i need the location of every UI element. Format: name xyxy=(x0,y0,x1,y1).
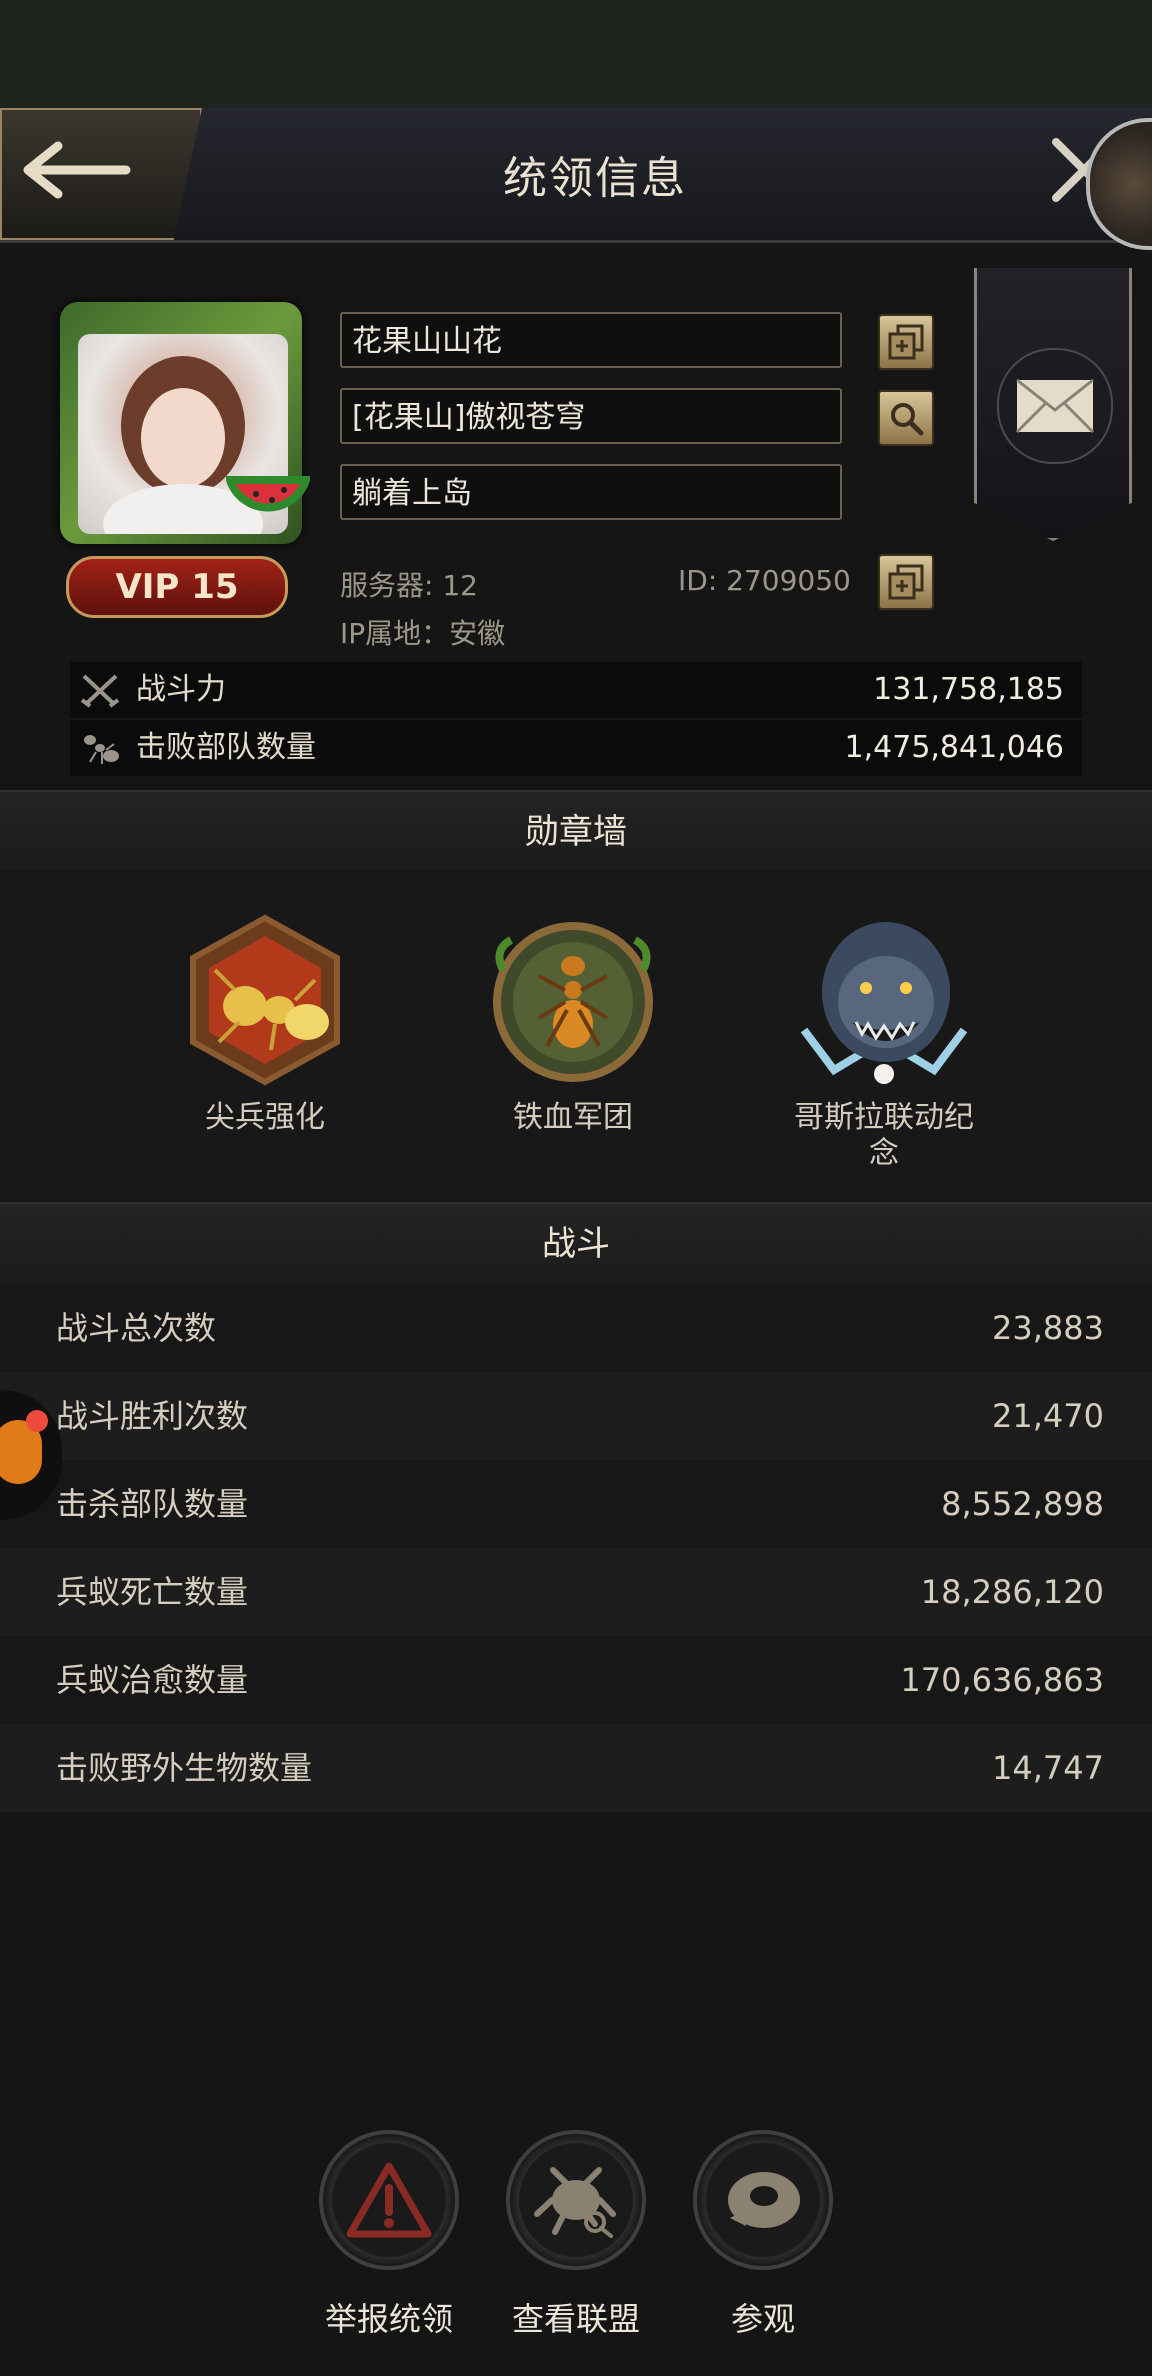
warning-triangle-icon xyxy=(346,2162,432,2238)
battle-value: 14,747 xyxy=(992,1749,1104,1787)
golden-ant-hexagon-medal-icon xyxy=(190,914,340,1086)
visit-icon xyxy=(728,2172,800,2228)
godzilla-medal-icon xyxy=(800,922,968,1084)
search-icon xyxy=(891,403,924,436)
stat-value: 131,758,185 xyxy=(873,672,1064,707)
stat-row-defeated-troops: 击败部队数量 1,475,841,046 xyxy=(70,720,1082,776)
name-field: 花果山山花 xyxy=(340,312,842,368)
back-arrow-icon xyxy=(23,141,131,199)
battle-header: 战斗 xyxy=(0,1202,1152,1286)
battle-value: 170,636,863 xyxy=(900,1661,1104,1699)
signature-field: 躺着上岛 xyxy=(340,464,842,520)
report-commander-button[interactable]: 举报统领 xyxy=(314,2130,464,2340)
search-alliance-button[interactable] xyxy=(878,390,934,446)
ant-icon xyxy=(84,735,119,764)
notification-dot xyxy=(26,1410,48,1432)
battle-row: 击败野外生物数量 14,747 xyxy=(0,1724,1152,1812)
battle-row: 兵蚁死亡数量 18,286,120 xyxy=(0,1548,1152,1636)
battle-label: 击杀部队数量 xyxy=(56,1485,249,1523)
battle-label: 兵蚁死亡数量 xyxy=(56,1573,249,1611)
battle-value: 21,470 xyxy=(992,1397,1104,1435)
action-label: 参观 xyxy=(730,2300,795,2338)
battle-label: 兵蚁治愈数量 xyxy=(56,1661,249,1699)
copy-icon xyxy=(888,324,924,360)
ant-wreath-medal-icon xyxy=(493,922,653,1082)
copy-name-button[interactable] xyxy=(878,314,934,370)
status-bar-area xyxy=(0,0,1152,108)
crossed-swords-icon xyxy=(80,674,120,708)
battle-row: 战斗胜利次数 21,470 xyxy=(0,1372,1152,1460)
medal-label: 哥斯拉联动纪 念 xyxy=(794,1100,974,1171)
copy-icon xyxy=(888,564,924,600)
page-title: 统领信息 xyxy=(503,153,687,204)
stat-value: 1,475,841,046 xyxy=(844,730,1064,765)
battle-label: 战斗胜利次数 xyxy=(56,1397,249,1435)
action-label: 查看联盟 xyxy=(511,2300,640,2338)
watermelon-icon xyxy=(226,476,310,512)
action-label: 举报统领 xyxy=(324,2300,453,2338)
medal-item[interactable]: 铁血军团 xyxy=(453,910,693,1136)
view-alliance-button[interactable]: 查看联盟 xyxy=(501,2130,651,2340)
envelope-icon xyxy=(1015,378,1095,434)
battle-row: 兵蚁治愈数量 170,636,863 xyxy=(0,1636,1152,1724)
alliance-search-icon xyxy=(534,2167,616,2238)
server-label: 服务器: 12 xyxy=(340,569,478,602)
mail-button[interactable] xyxy=(974,268,1132,541)
battle-row: 战斗总次数 23,883 xyxy=(0,1284,1152,1372)
stat-label: 战斗力 xyxy=(136,672,226,707)
battle-row: 击杀部队数量 8,552,898 xyxy=(0,1460,1152,1548)
medal-item[interactable]: 哥斯拉联动纪 念 xyxy=(764,910,1004,1172)
stat-label: 击败部队数量 xyxy=(136,730,316,765)
medal-label: 铁血军团 xyxy=(513,1100,633,1135)
player-id: ID: 2709050 xyxy=(678,564,851,597)
copy-id-button[interactable] xyxy=(878,554,934,610)
visit-button[interactable]: 参观 xyxy=(688,2130,838,2340)
battle-label: 战斗总次数 xyxy=(56,1309,217,1347)
back-button[interactable] xyxy=(0,108,202,240)
medal-label: 尖兵强化 xyxy=(205,1100,325,1135)
battle-value: 18,286,120 xyxy=(920,1573,1104,1611)
battle-value: 23,883 xyxy=(992,1309,1104,1347)
medal-wall-header: 勋章墙 xyxy=(0,790,1152,874)
stat-row-power: 战斗力 131,758,185 xyxy=(70,662,1082,718)
alliance-field: [花果山]傲视苍穹 xyxy=(340,388,842,444)
vip-badge: VIP 15 xyxy=(66,556,288,618)
ip-location: IP属地：安徽 xyxy=(340,617,506,650)
battle-label: 击败野外生物数量 xyxy=(56,1749,313,1787)
battle-value: 8,552,898 xyxy=(941,1485,1104,1523)
medal-item[interactable]: 尖兵强化 xyxy=(145,910,385,1136)
